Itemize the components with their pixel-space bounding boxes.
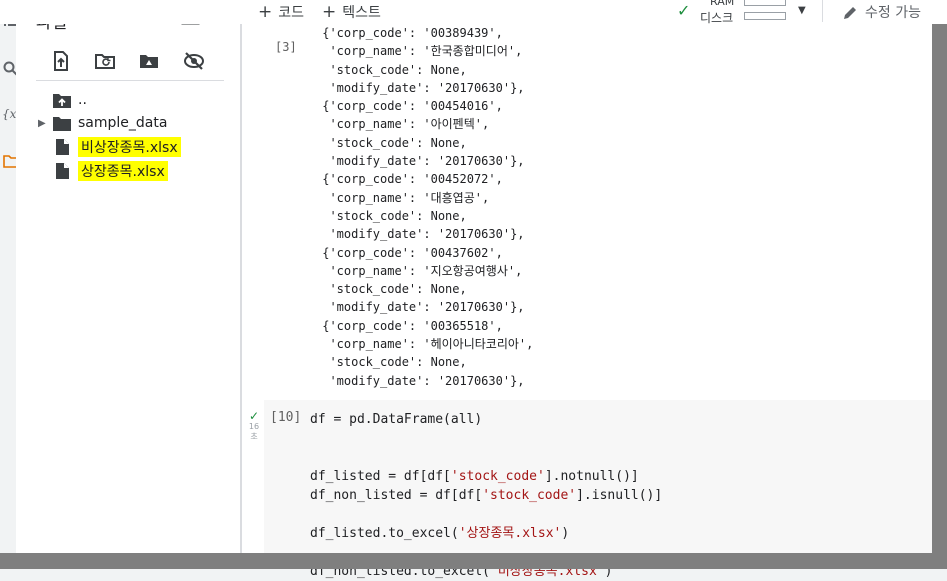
upload-file-icon[interactable]	[50, 50, 72, 72]
file-tree-item-listed-xlsx[interactable]: 상장종목.xlsx	[38, 160, 168, 182]
file-tree-item-label: 비상장종목.xlsx	[78, 137, 181, 157]
file-icon	[52, 138, 72, 156]
file-tree-item-unlisted-xlsx[interactable]: 비상장종목.xlsx	[38, 136, 181, 158]
code-line: df_listed.to_excel('상장종목.xlsx')	[310, 526, 570, 541]
plus-icon: +	[258, 2, 273, 22]
pencil-icon	[844, 6, 856, 19]
output-line: {'corp_code': '00365518',	[315, 318, 503, 333]
file-tree-item-label: 상장종목.xlsx	[78, 161, 168, 181]
output-line: 'corp_name': '지오항공여행사',	[315, 263, 523, 278]
output-text: {'corp_code': '00389439', 'corp_name': '…	[315, 24, 533, 390]
output-line: 'stock_code': None,	[315, 355, 467, 370]
mount-drive-icon[interactable]	[138, 50, 160, 72]
ram-label: RAM	[710, 0, 735, 8]
execution-time: 16 초	[248, 422, 260, 441]
output-line: 'corp_name': '한국종합미디어',	[315, 44, 523, 59]
add-code-button[interactable]: + 코드	[258, 2, 304, 22]
output-line: 'corp_name': '헤이아니타코리아',	[315, 337, 534, 352]
expand-caret-icon[interactable]: ▶	[38, 118, 52, 129]
output-line: 'stock_code': None,	[315, 135, 467, 150]
output-line: 'stock_code': None,	[315, 282, 467, 297]
notebook-toolbar: + 코드 + 텍스트 ✓ RAM 디스크 ▼ 수정 가능	[0, 0, 947, 25]
code-line: df_non_listed = df[df['stock_code'].isnu…	[310, 488, 663, 503]
output-line: 'corp_name': '대흥엽공',	[315, 190, 490, 205]
output-line: {'corp_code': '00454016',	[315, 99, 503, 114]
code-line: df = pd.DataFrame(all)	[310, 412, 483, 427]
file-tree-item-label: sample_data	[78, 115, 168, 131]
output-line: 'stock_code': None,	[315, 208, 467, 223]
panel-divider	[36, 80, 224, 81]
output-line: {'corp_code': '00437602',	[315, 245, 503, 260]
output-line: 'corp_name': '아이펜텍',	[315, 117, 490, 132]
refresh-folder-icon[interactable]	[94, 50, 116, 72]
cell-run-status: ✓ 16 초	[246, 410, 262, 442]
output-line: {'corp_code': '00452072',	[315, 172, 503, 187]
output-line: 'modify_date': '20170630'},	[315, 154, 525, 169]
output-prompt: [3]	[275, 40, 297, 54]
plus-icon: +	[322, 2, 337, 22]
disk-meter[interactable]	[744, 12, 786, 20]
output-line: 'stock_code': None,	[315, 62, 467, 77]
parent-directory-label: ..	[78, 92, 87, 108]
hide-files-icon[interactable]	[183, 50, 205, 72]
cell-output: [3] {'corp_code': '00389439', 'corp_name…	[240, 24, 932, 394]
add-text-button[interactable]: + 텍스트	[322, 2, 381, 22]
output-line: 'modify_date': '20170630'},	[315, 373, 525, 388]
run-success-check-icon: ✓	[248, 409, 260, 423]
resource-dropdown-icon[interactable]: ▼	[798, 5, 806, 16]
output-line: 'modify_date': '20170630'},	[315, 227, 525, 242]
overlay-bottom	[0, 553, 947, 569]
output-line: {'corp_code': '00389439',	[315, 26, 503, 40]
ram-meter[interactable]	[744, 0, 786, 6]
file-icon	[52, 162, 72, 180]
parent-directory-row[interactable]: ..	[38, 89, 87, 111]
files-panel: 파일 .. ▶ sample_data 비상장종목.xlsx 상장종목.xlsx	[16, 0, 241, 553]
code-line: df_listed = df[df['stock_code'].notnull(…	[310, 469, 639, 484]
overlay-right	[932, 24, 947, 569]
cell-prompt: [10]	[270, 410, 302, 425]
output-line: 'modify_date': '20170630'},	[315, 300, 525, 315]
panel-resize-handle[interactable]	[240, 24, 242, 553]
folder-up-icon	[52, 91, 72, 109]
connected-check-icon: ✓	[677, 1, 691, 20]
output-line: 'modify_date': '20170630'},	[315, 80, 525, 95]
folder-icon	[52, 114, 72, 132]
toolbar-divider	[822, 0, 823, 22]
file-tree-item-sample-data[interactable]: ▶ sample_data	[38, 112, 167, 134]
edit-mode-button[interactable]: 수정 가능	[842, 2, 921, 22]
